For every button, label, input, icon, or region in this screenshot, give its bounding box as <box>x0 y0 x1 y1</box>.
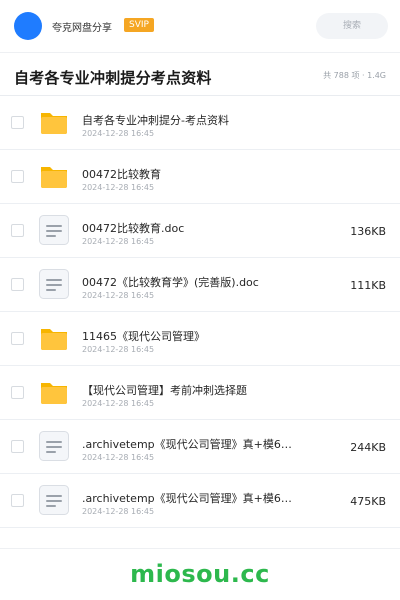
row-checkbox[interactable] <box>11 170 24 183</box>
document-icon <box>38 268 70 300</box>
search-input[interactable]: 搜索 <box>316 13 388 39</box>
file-row[interactable]: 【现代公司管理】考前冲刺选择题 2024-12-28 16:45 <box>0 366 400 420</box>
row-checkbox[interactable] <box>11 386 24 399</box>
svip-badge: SVIP <box>124 18 154 32</box>
folder-icon <box>38 106 70 138</box>
file-list: 自考各专业冲刺提分-考点资料 2024-12-28 16:45 00472比较教育 2… <box>0 96 400 528</box>
file-date: 2024-12-28 16:45 <box>82 129 155 138</box>
file-row[interactable]: 11465《现代公司管理》 2024-12-28 16:45 <box>0 312 400 366</box>
file-name: 11465《现代公司管理》 <box>82 330 205 343</box>
title-bar: 自考各专业冲刺提分考点资料 共 788 项 · 1.4G <box>0 53 400 95</box>
document-icon <box>38 430 70 462</box>
avatar[interactable] <box>14 12 42 40</box>
file-size: 475KB <box>350 495 386 508</box>
file-row[interactable]: .archivetemp《现代公司管理》真+模6套… 2024-12-28 16:… <box>0 474 400 528</box>
file-date: 2024-12-28 16:45 <box>82 237 155 246</box>
document-icon <box>38 214 70 246</box>
row-checkbox[interactable] <box>11 494 24 507</box>
file-name: 00472《比较教育学》(完善版).doc <box>82 276 259 289</box>
file-size: 136KB <box>350 225 386 238</box>
folder-icon <box>38 322 70 354</box>
file-size: 111KB <box>350 279 386 292</box>
footer-divider <box>0 548 400 549</box>
file-date: 2024-12-28 16:45 <box>82 507 155 516</box>
row-checkbox[interactable] <box>11 440 24 453</box>
row-checkbox[interactable] <box>11 278 24 291</box>
file-date: 2024-12-28 16:45 <box>82 345 155 354</box>
file-date: 2024-12-28 16:45 <box>82 291 155 300</box>
watermark-text: miosou.cc <box>130 560 270 588</box>
file-size: 244KB <box>350 441 386 454</box>
document-icon <box>38 484 70 516</box>
page-title: 自考各专业冲刺提分考点资料 <box>14 69 212 87</box>
file-date: 2024-12-28 16:45 <box>82 399 155 408</box>
file-row[interactable]: 00472比较教育.doc 2024-12-28 16:45 136KB <box>0 204 400 258</box>
file-name: 【现代公司管理】考前冲刺选择题 <box>82 384 247 397</box>
row-checkbox[interactable] <box>11 224 24 237</box>
file-row[interactable]: 00472比较教育 2024-12-28 16:45 <box>0 150 400 204</box>
row-checkbox[interactable] <box>11 116 24 129</box>
file-row[interactable]: 自考各专业冲刺提分-考点资料 2024-12-28 16:45 <box>0 96 400 150</box>
file-row[interactable]: 00472《比较教育学》(完善版).doc 2024-12-28 16:45 111… <box>0 258 400 312</box>
folder-summary: 共 788 项 · 1.4G <box>323 71 386 80</box>
file-row[interactable]: .archivetemp《现代公司管理》真+模6套… 2024-12-28 16:… <box>0 420 400 474</box>
file-name: .archivetemp《现代公司管理》真+模6套… <box>82 438 297 451</box>
app-header: 夸克网盘分享 SVIP 搜索 <box>0 0 400 52</box>
folder-icon <box>38 376 70 408</box>
folder-icon <box>38 160 70 192</box>
file-name: 00472比较教育 <box>82 168 161 181</box>
file-date: 2024-12-28 16:45 <box>82 453 155 462</box>
row-checkbox[interactable] <box>11 332 24 345</box>
file-name: 00472比较教育.doc <box>82 222 185 235</box>
file-date: 2024-12-28 16:45 <box>82 183 155 192</box>
file-name: 自考各专业冲刺提分-考点资料 <box>82 114 229 127</box>
file-name: .archivetemp《现代公司管理》真+模6套… <box>82 492 297 505</box>
brand-name: 夸克网盘分享 <box>52 23 112 34</box>
